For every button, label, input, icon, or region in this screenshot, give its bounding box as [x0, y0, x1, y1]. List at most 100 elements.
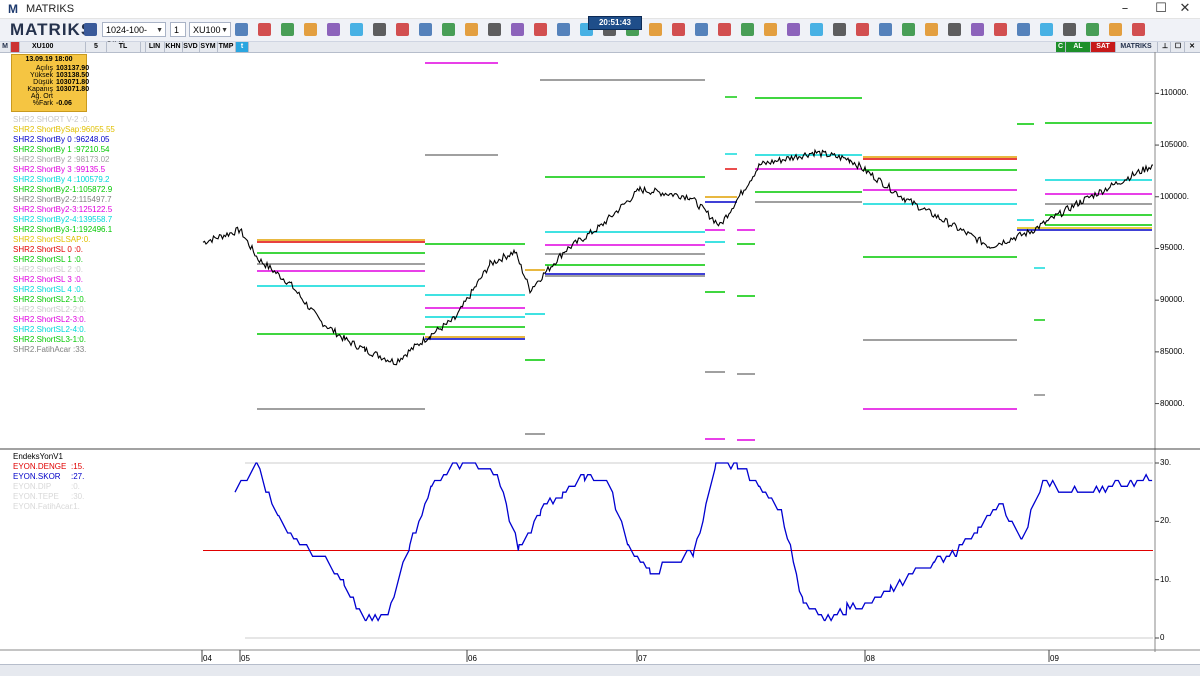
- indicator-axis-label: 0: [1160, 633, 1165, 642]
- indicator-legend-item: EYON.FatihAcar:1.: [13, 502, 80, 511]
- price-legend-item: SHR2.ShortSL3-1:0.: [13, 335, 86, 344]
- ohlc-row: Açılış 103137.90: [35, 65, 90, 72]
- chart-symbol[interactable]: XU100: [20, 42, 86, 52]
- twitter-icon[interactable]: t: [236, 42, 249, 52]
- sym-button[interactable]: SYM: [199, 42, 218, 52]
- matriks-small-icon: M: [0, 42, 11, 52]
- search-icon[interactable]: [1086, 23, 1099, 36]
- price-legend-item: SHR2.ShortSL2-1:0.: [13, 295, 86, 304]
- price-axis-label: 80000.: [1160, 398, 1185, 408]
- users-icon[interactable]: [534, 23, 547, 36]
- print-icon[interactable]: [1040, 23, 1053, 36]
- grid-icon[interactable]: [833, 23, 846, 36]
- price-legend-item: SHR2.ShortBy3-1:192496.1: [13, 225, 113, 234]
- price-legend-item: SHR2.ShortBy2-4:139558.7: [13, 215, 113, 224]
- ohlc-row: %Fark -0.06: [32, 100, 72, 107]
- symbol-select[interactable]: XU100 ▼: [189, 22, 231, 37]
- zoom-icon[interactable]: [258, 23, 271, 36]
- indicator-icon[interactable]: [787, 23, 800, 36]
- mail-icon[interactable]: [1063, 23, 1076, 36]
- undo-icon[interactable]: [902, 23, 915, 36]
- currency-button[interactable]: TL: [106, 42, 141, 52]
- svd-button[interactable]: SVD: [182, 42, 200, 52]
- users-icon[interactable]: [994, 23, 1007, 36]
- grid-icon[interactable]: [373, 23, 386, 36]
- price-legend-item: SHR2.ShortSLSAP:0.: [13, 235, 91, 244]
- close-button[interactable]: ✕: [1170, 0, 1200, 18]
- letter-icon[interactable]: [879, 23, 892, 36]
- price-axis-label: 90000.: [1160, 295, 1185, 305]
- period-select[interactable]: 1024-100-SIYA▼: [102, 22, 166, 50]
- buy-button[interactable]: AL: [1066, 42, 1091, 52]
- ohlc-row: Ağ. Ort: [30, 93, 53, 100]
- chart-type-icon[interactable]: [741, 23, 754, 36]
- pin-icon[interactable]: ⊥: [1160, 42, 1171, 52]
- skor-line: [234, 462, 1153, 622]
- chart-type-icon[interactable]: [281, 23, 294, 36]
- brand-logo: MATRIKS: [10, 20, 94, 39]
- letter-icon[interactable]: [419, 23, 432, 36]
- indicator-legend-item: EYON.TEPE:30.: [13, 492, 85, 501]
- text-icon[interactable]: [396, 23, 409, 36]
- price-legend-item: SHR2.ShortBy 1 :97210.54: [13, 145, 110, 154]
- matriks-v-icon[interactable]: [1132, 23, 1145, 36]
- lin-button[interactable]: LIN: [145, 42, 165, 52]
- pointer-icon[interactable]: [695, 23, 708, 36]
- clock-display: 20:51:43: [588, 16, 642, 30]
- zoom-icon[interactable]: [718, 23, 731, 36]
- time-axis-label: 05: [241, 654, 250, 663]
- price-legend-item: SHR2.ShortBySap:96055.55: [13, 125, 115, 134]
- analysis-icon[interactable]: [810, 23, 823, 36]
- text-icon[interactable]: [856, 23, 869, 36]
- twitter-icon[interactable]: [649, 23, 662, 36]
- app-logo-icon: M: [8, 2, 18, 16]
- indicator-axis-label: 10.: [1160, 574, 1172, 584]
- time-axis-label: 08: [866, 654, 875, 663]
- formula-icon[interactable]: [971, 23, 984, 36]
- price-legend-item: SHR2.ShortBy2-1:105872.9: [13, 185, 113, 194]
- color-icon[interactable]: [764, 23, 777, 36]
- indicator-legend-item: EYON.DIP:0.: [13, 482, 80, 491]
- interval-button[interactable]: 5: [86, 42, 107, 52]
- sell-button[interactable]: SAT: [1091, 42, 1116, 52]
- level-lines: [257, 62, 1152, 441]
- color-icon[interactable]: [304, 23, 317, 36]
- chart-maximize-icon[interactable]: ☐: [1172, 42, 1185, 52]
- tmp-button[interactable]: TMP: [217, 42, 236, 52]
- indicator-title: EndeksYonV1: [13, 452, 63, 461]
- count-select[interactable]: 1: [170, 22, 186, 37]
- price-axis-label: 100000.: [1160, 191, 1189, 201]
- c-indicator-icon: C: [1056, 42, 1066, 52]
- indicator-icon[interactable]: [327, 23, 340, 36]
- minimize-button[interactable]: –: [1110, 0, 1140, 18]
- bottom-scrollbar[interactable]: [0, 664, 1200, 676]
- formula-icon[interactable]: [511, 23, 524, 36]
- price-legend-item: SHR2.ShortSL 4 :0.: [13, 285, 83, 294]
- alert-icon[interactable]: [557, 23, 570, 36]
- price-legend-item: SHR2.ShortBy 2 :98173.02: [13, 155, 110, 164]
- price-axis-label: 85000.: [1160, 346, 1185, 356]
- price-legend-item: SHR2.ShortSL2-2:0.: [13, 305, 86, 314]
- price-legend-item: SHR2.FatihAcar :33.: [13, 345, 87, 354]
- price-axis-label: 95000.: [1160, 243, 1185, 253]
- twitter-icon[interactable]: [1109, 23, 1122, 36]
- chart-close-icon[interactable]: ✕: [1186, 42, 1198, 52]
- price-legend-item: SHR2.ShortBy2-2:115497.7: [13, 195, 112, 204]
- price-and-indicator-chart[interactable]: [0, 52, 1200, 664]
- circle-icon[interactable]: [465, 23, 478, 36]
- save-icon[interactable]: [84, 23, 97, 36]
- price-axis-label: 105000.: [1160, 140, 1189, 150]
- price-legend-item: SHR2.ShortBy2-3:125122.5: [13, 205, 113, 214]
- indicator-legend-item: EYON.DENGE:15.: [13, 462, 85, 471]
- news-icon[interactable]: [948, 23, 961, 36]
- price-axis-label: 110000.: [1160, 88, 1189, 98]
- price-legend-item: SHR2.ShortSL 2 :0.: [13, 265, 83, 274]
- khn-button[interactable]: KHN: [164, 42, 183, 52]
- matriks-v-icon[interactable]: [672, 23, 685, 36]
- analysis-icon[interactable]: [350, 23, 363, 36]
- pointer-icon[interactable]: [235, 23, 248, 36]
- news-icon[interactable]: [488, 23, 501, 36]
- alert-icon[interactable]: [1017, 23, 1030, 36]
- undo-icon[interactable]: [442, 23, 455, 36]
- circle-icon[interactable]: [925, 23, 938, 36]
